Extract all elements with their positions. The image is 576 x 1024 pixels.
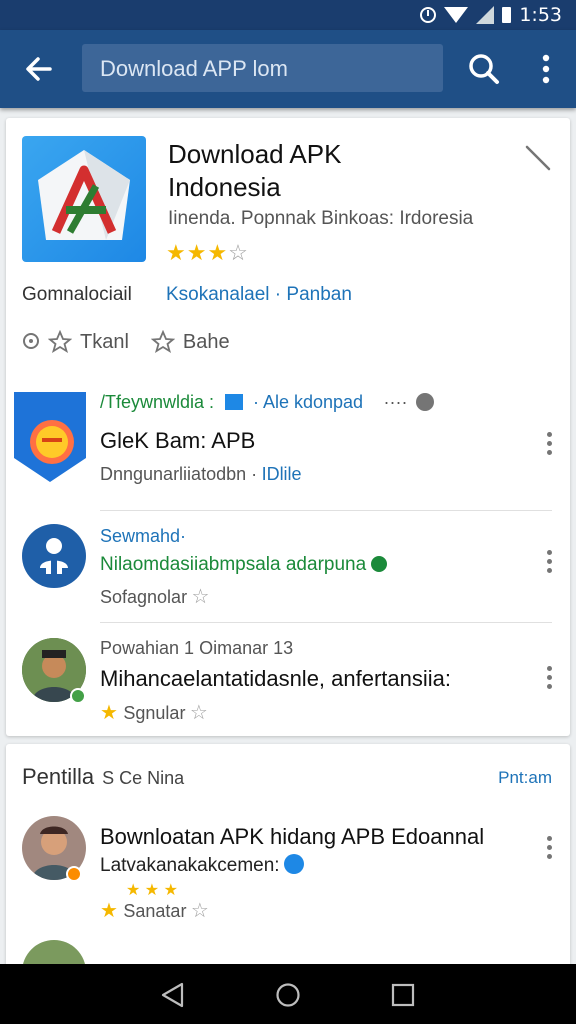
item-detail-link[interactable]: IDlile <box>262 464 302 484</box>
circle-home-icon <box>276 983 300 1007</box>
action-row: Tkanl Bahe <box>20 330 246 354</box>
square-recents-icon <box>391 983 415 1007</box>
divider <box>100 510 552 511</box>
list-item[interactable]: Bownloatan APK hidang APB Edoannal Latva… <box>6 814 570 934</box>
list-item[interactable]: Sewmahd· Nilaomdasiiabmpsala adarpuna So… <box>6 514 570 624</box>
app-title-line1: Download APK <box>168 139 342 169</box>
app-title: Download APK Indonesia <box>168 138 341 204</box>
search-input[interactable]: Download APP lom <box>82 44 443 92</box>
star-outline-icon: ☆ <box>191 586 211 608</box>
collapse-icon <box>525 145 551 171</box>
item-tag: · Ale kdonpad <box>252 392 364 412</box>
badge-icon <box>66 866 82 882</box>
item-meta: /Tfeywnwldia : · Ale kdonpad ···· <box>100 392 434 413</box>
star-outline-icon <box>48 330 72 353</box>
item-title: Bownloatan APK hidang APB Edoannal <box>100 824 485 849</box>
info-icon <box>284 854 305 874</box>
nav-back-button[interactable] <box>160 982 186 1008</box>
item-menu-button[interactable] <box>546 836 552 862</box>
item-title: Nilaomdasiiabmpsala adarpuna <box>100 554 387 576</box>
list-item[interactable]: /Tfeywnwldia : · Ale kdonpad ···· GleK B… <box>6 384 570 508</box>
star-outline-icon: ☆ <box>190 900 210 922</box>
back-button[interactable] <box>22 52 56 86</box>
back-arrow-icon <box>26 57 52 81</box>
item-menu-button[interactable] <box>546 432 552 458</box>
item-detail: Sofagnolar ☆ <box>100 586 211 608</box>
signal-icon <box>476 6 495 24</box>
item-detail: ★ Sanatar ☆ <box>100 900 210 922</box>
item-thumbnail <box>14 392 86 482</box>
search-button[interactable] <box>466 51 502 87</box>
mail-icon <box>224 394 243 410</box>
item-subtitle: Latvakanakakcemen: <box>100 854 305 877</box>
app-rating: ★★★☆ <box>166 240 249 265</box>
action-favorite[interactable]: Tkanl <box>48 330 129 354</box>
rating-stars: ★ ★ ★ <box>126 882 178 899</box>
verified-icon <box>370 556 387 572</box>
action-rate-label: Bahe <box>182 330 230 353</box>
action-rate[interactable]: Bahe <box>150 330 230 354</box>
nav-home-button[interactable] <box>275 982 301 1008</box>
item-menu-button[interactable] <box>546 666 552 692</box>
star-outline-icon <box>150 330 175 353</box>
collapse-button[interactable] <box>524 144 552 172</box>
status-bar: 1:53 <box>0 0 576 30</box>
alarm-icon <box>420 7 437 23</box>
item-title: Mihancaelantatidasnle, anfertansiia: <box>100 666 452 691</box>
shield-badge-icon <box>14 392 86 482</box>
star-icon: ★ <box>100 900 119 922</box>
nav-recents-button[interactable] <box>390 982 416 1008</box>
avatar <box>22 524 86 588</box>
status-icons: 1:53 <box>420 4 562 26</box>
app-icon[interactable] <box>22 136 146 262</box>
section-card: Pentilla S Ce Nina Pnt:am Bownloatan APK … <box>6 744 570 974</box>
navigation-bar <box>0 964 576 1024</box>
person-icon <box>40 538 68 576</box>
wifi-icon <box>444 7 469 23</box>
battery-icon <box>502 7 512 23</box>
app-developer-link[interactable]: Ksokanalael · Panban <box>166 284 352 306</box>
app-subtitle: Iinenda. Popnnak Binkoas: Irdoresia <box>168 208 474 229</box>
item-detail: ★ Sgnular ☆ <box>100 702 209 724</box>
item-title: GleK Bam: APB <box>100 428 256 453</box>
item-meta: Powahian 1 Oimanar 13 <box>100 638 294 658</box>
app-logo-icon <box>38 150 130 240</box>
overflow-menu-button[interactable] <box>532 51 560 87</box>
clock-icon <box>415 393 434 411</box>
app-category: Gomnalociail <box>22 284 132 305</box>
item-detail: Dnngunarliiatodbn · IDlile <box>100 464 302 484</box>
app-title-line2: Indonesia <box>168 172 281 202</box>
more-vert-icon <box>542 54 550 84</box>
section-title: Pentilla S Ce Nina <box>22 764 185 789</box>
section-subtitle: S Ce Nina <box>102 768 185 788</box>
star-icon: ★ <box>100 702 119 724</box>
location-icon[interactable] <box>20 331 42 353</box>
action-favorite-label: Tkanl <box>80 330 129 353</box>
section-link[interactable]: Pnt:am <box>498 768 552 788</box>
online-badge <box>70 688 86 704</box>
item-meta: Sewmahd· <box>100 526 187 546</box>
search-icon <box>469 54 499 84</box>
list-item[interactable]: Powahian 1 Oimanar 13 Mihancaelantatidas… <box>6 626 570 736</box>
divider <box>100 622 552 623</box>
star-outline-icon: ☆ <box>189 702 209 724</box>
triangle-back-icon <box>161 982 184 1008</box>
item-menu-button[interactable] <box>546 550 552 576</box>
app-bar: Download APP lom <box>0 30 576 108</box>
status-time: 1:53 <box>519 4 562 26</box>
app-detail-card: Download APK Indonesia Iinenda. Popnnak … <box>6 118 570 736</box>
